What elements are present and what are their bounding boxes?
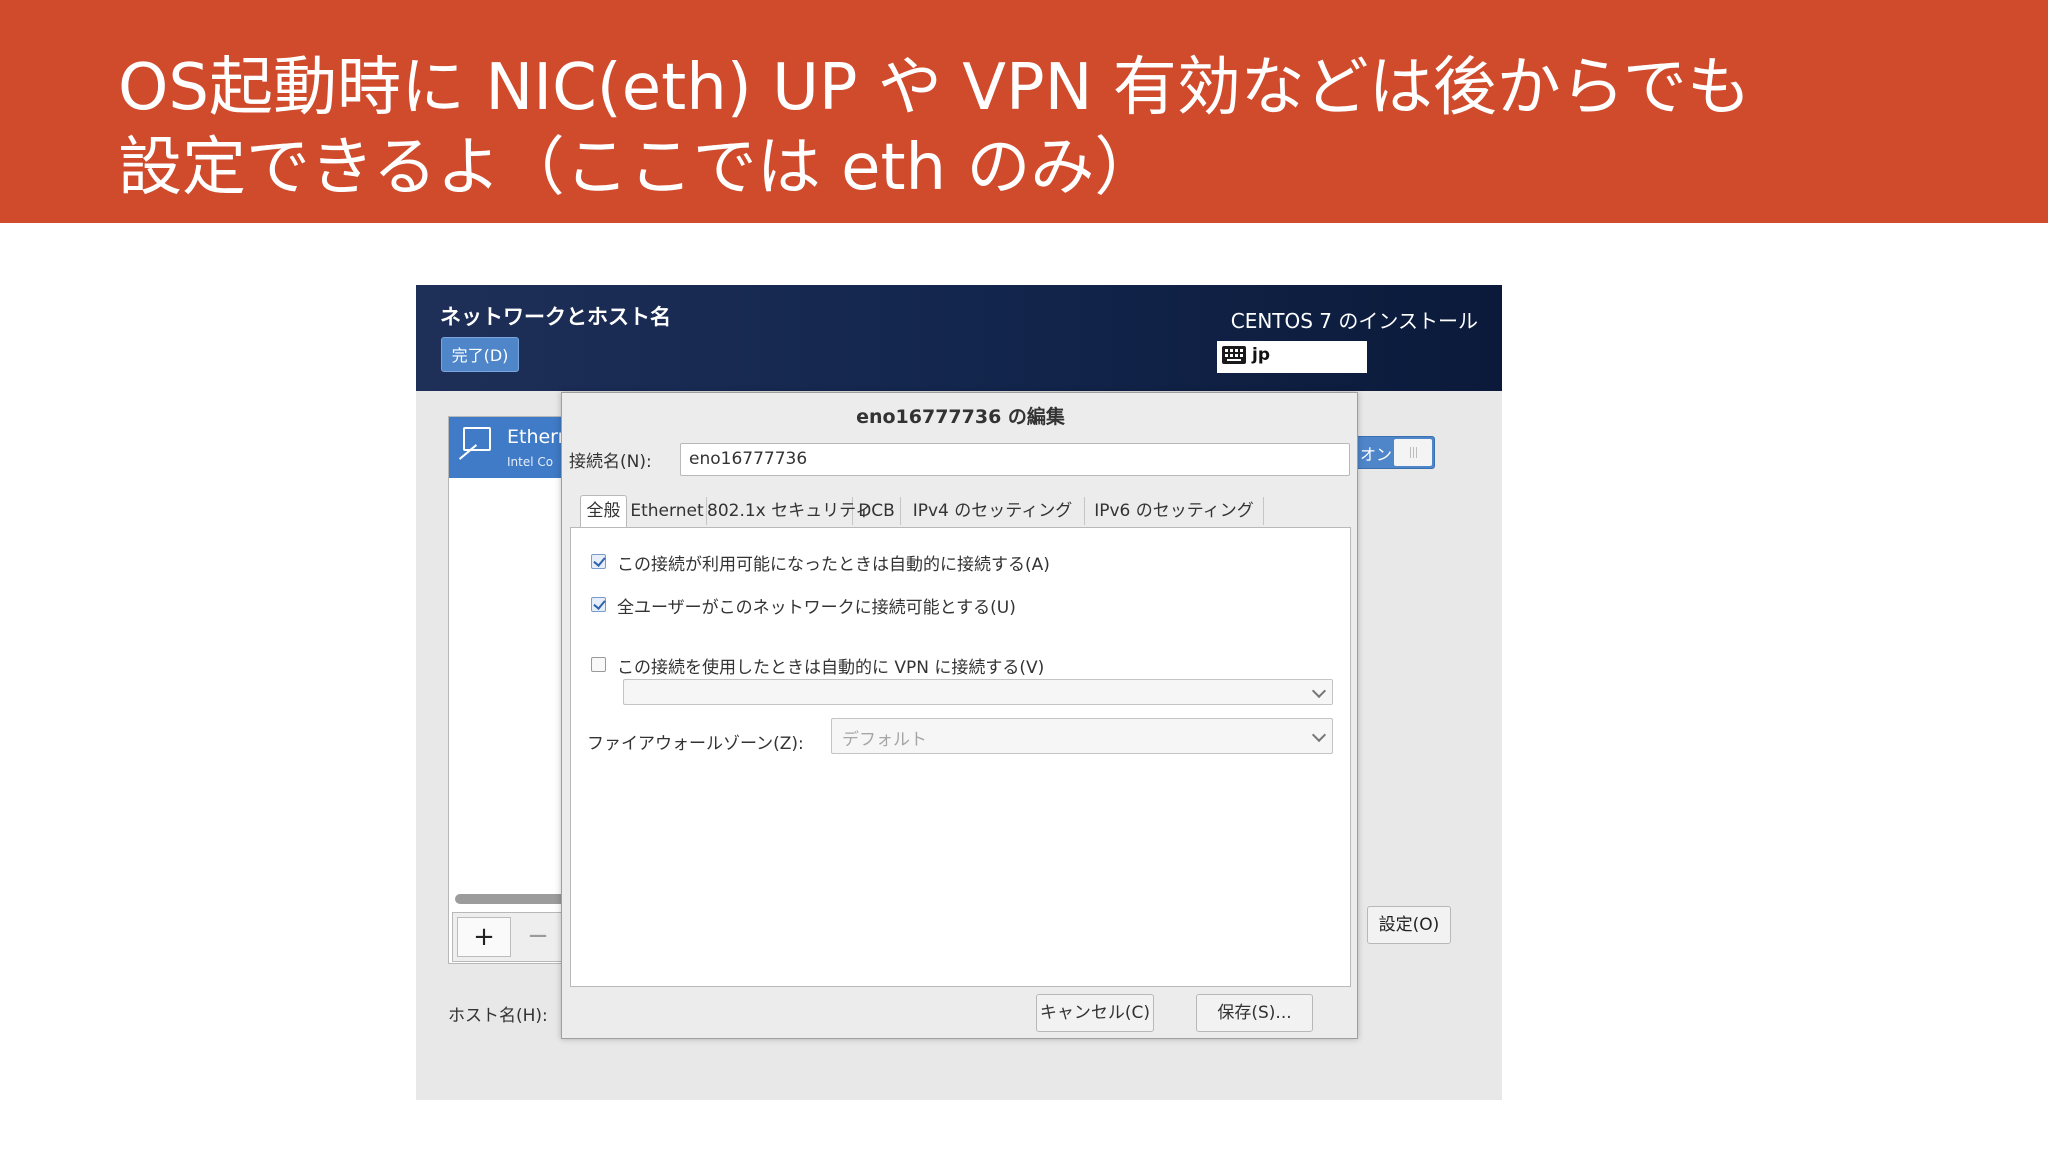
tab-ipv6-settings[interactable]: IPv6 のセッティング bbox=[1085, 497, 1264, 525]
interface-subtitle: Intel Co bbox=[507, 455, 554, 469]
tab-ipv4-settings[interactable]: IPv4 のセッティング bbox=[901, 497, 1085, 525]
keyboard-layout-indicator[interactable]: jp bbox=[1217, 341, 1367, 373]
tab-dcb[interactable]: DCB bbox=[853, 497, 901, 525]
slide-title-banner: OS起動時に NIC(eth) UP や VPN 有効などは後からでも 設定でき… bbox=[0, 0, 2048, 223]
connection-name-input[interactable]: eno16777736 bbox=[680, 443, 1350, 476]
firewall-zone-label: ファイアウォールゾーン(Z): bbox=[587, 734, 804, 754]
slide-title-line-1: OS起動時に NIC(eth) UP や VPN 有効などは後からでも bbox=[118, 51, 1751, 125]
keyboard-layout-label: jp bbox=[1252, 345, 1270, 365]
installer-screenshot: ネットワークとホスト名 完了(D) CENTOS 7 のインストール jp Et… bbox=[416, 285, 1502, 1100]
tab-8021x-security[interactable]: 802.1x セキュリティ bbox=[707, 497, 872, 525]
firewall-zone-value: デフォルト bbox=[842, 730, 927, 750]
tab-ethernet[interactable]: Ethernet bbox=[628, 497, 707, 525]
save-button[interactable]: 保存(S)... bbox=[1196, 994, 1313, 1032]
vpn-select[interactable] bbox=[623, 679, 1333, 705]
all-users-checkbox[interactable] bbox=[591, 597, 606, 612]
all-users-label: 全ユーザーがこのネットワークに接続可能とする(U) bbox=[617, 598, 1016, 618]
auto-vpn-checkbox[interactable] bbox=[591, 657, 606, 672]
installer-header: ネットワークとホスト名 完了(D) CENTOS 7 のインストール jp bbox=[416, 285, 1502, 391]
chevron-down-icon bbox=[1311, 683, 1327, 699]
dialog-title: eno16777736 の編集 bbox=[856, 406, 1065, 428]
add-interface-button[interactable]: + bbox=[457, 917, 511, 957]
tab-general[interactable]: 全般 bbox=[580, 495, 627, 527]
connection-name-value: eno16777736 bbox=[689, 449, 808, 469]
switch-knob bbox=[1394, 439, 1432, 466]
configure-button[interactable]: 設定(O) bbox=[1367, 906, 1451, 944]
auto-connect-checkbox[interactable] bbox=[591, 554, 606, 569]
edit-connection-dialog: eno16777736 の編集 接続名(N): eno16777736 全般 E… bbox=[561, 392, 1358, 1039]
remove-interface-button[interactable]: − bbox=[513, 917, 563, 957]
general-tab-panel: この接続が利用可能になったときは自動的に接続する(A) 全ユーザーがこのネットワ… bbox=[570, 527, 1351, 987]
hostname-label: ホスト名(H): bbox=[448, 1006, 548, 1026]
auto-vpn-label: この接続を使用したときは自動的に VPN に接続する(V) bbox=[617, 658, 1045, 678]
connection-name-label: 接続名(N): bbox=[569, 452, 652, 472]
chevron-down-icon bbox=[1311, 727, 1327, 743]
page-title: ネットワークとホスト名 bbox=[440, 305, 671, 329]
auto-connect-label: この接続が利用可能になったときは自動的に接続する(A) bbox=[617, 555, 1050, 575]
done-button[interactable]: 完了(D) bbox=[441, 337, 519, 372]
network-cable-icon bbox=[463, 427, 491, 451]
interface-power-switch[interactable]: オン bbox=[1353, 436, 1435, 469]
cancel-button[interactable]: キャンセル(C) bbox=[1036, 994, 1154, 1032]
keyboard-icon bbox=[1222, 346, 1246, 364]
slide-title-line-2: 設定できるよ（ここでは eth のみ） bbox=[118, 131, 1159, 205]
switch-label: オン bbox=[1360, 445, 1393, 464]
firewall-zone-select[interactable]: デフォルト bbox=[831, 718, 1333, 754]
install-title: CENTOS 7 のインストール bbox=[1230, 309, 1478, 333]
